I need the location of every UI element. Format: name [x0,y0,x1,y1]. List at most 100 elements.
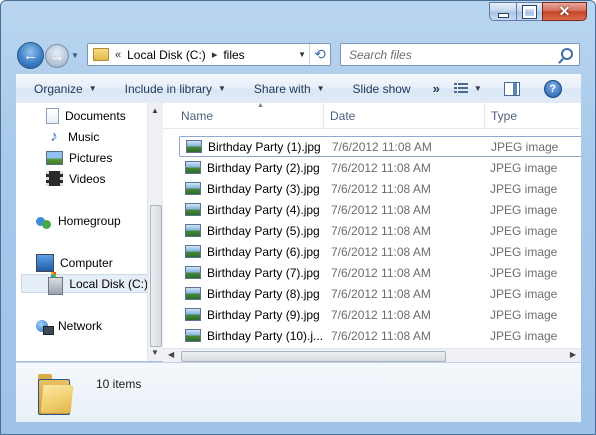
help-icon[interactable]: ? [543,79,562,98]
preview-pane-icon[interactable] [503,81,520,96]
nav-item-label: Documents [65,108,126,123]
file-row[interactable]: Birthday Party (4).jpg 7/6/2012 11:08 AM J… [179,199,581,220]
scrollbar-thumb[interactable] [150,205,162,347]
file-name: Birthday Party (7).jpg [207,265,320,280]
scroll-right-icon[interactable]: ▶ [570,350,576,359]
breadcrumb-overflow[interactable]: « [115,49,121,61]
file-row[interactable]: Birthday Party (2).jpg 7/6/2012 11:08 AM J… [179,157,581,178]
nav-item-videos[interactable]: Videos [46,169,105,188]
file-name: Birthday Party (1).jpg [208,139,321,154]
nav-item-network[interactable]: Network [36,316,102,335]
breadcrumb-local-disk[interactable]: Local Disk (C:) [127,48,206,62]
nav-item-music[interactable]: ♪ Music [46,127,99,146]
address-bar[interactable]: « Local Disk (C:) ▸ files ▼ ⟲ [87,43,331,66]
include-in-library-label: Include in library [124,81,212,96]
details-pane: 10 items [16,362,581,422]
music-icon: ♪ [50,127,58,145]
file-row[interactable]: Birthday Party (10).j... 7/6/2012 11:08 A… [179,325,581,346]
jpeg-image-icon [185,203,201,216]
file-row[interactable]: Birthday Party (3).jpg 7/6/2012 11:08 AM J… [179,178,581,199]
file-row[interactable]: Birthday Party (9).jpg 7/6/2012 11:08 AM J… [179,304,581,325]
view-dropdown-icon[interactable]: ▼ [468,74,482,103]
maximize-icon [523,5,536,18]
close-button[interactable]: ✕ [542,2,587,21]
search-input[interactable] [347,47,551,63]
search-box[interactable] [340,43,580,66]
nav-item-computer[interactable]: Computer [36,253,113,272]
file-type: JPEG image [490,223,558,238]
address-dropdown-icon[interactable]: ▼ [298,50,306,59]
jpeg-image-icon [186,140,202,153]
file-row[interactable]: Birthday Party (1).jpg 7/6/2012 11:08 AM J… [179,136,581,157]
network-icon [36,318,54,335]
column-headers: ▲ Name Date Type [163,103,581,129]
column-header-type[interactable]: Type [485,103,581,128]
breadcrumb-files[interactable]: files [223,48,244,62]
scroll-left-icon[interactable]: ◀ [168,350,174,359]
column-header-label: Date [330,108,356,123]
arrow-left-icon: ← [23,47,38,64]
scroll-down-icon[interactable]: ▼ [151,348,159,357]
share-with-button[interactable]: Share with ▼ [236,74,335,103]
nav-item-label: Videos [69,171,106,186]
file-row[interactable]: Birthday Party (8).jpg 7/6/2012 11:08 AM J… [179,283,581,304]
refresh-icon: ⟲ [314,46,326,62]
file-date: 7/6/2012 11:08 AM [332,139,432,154]
breadcrumb-separator[interactable]: ▸ [212,48,218,61]
forward-button[interactable]: → [45,44,69,68]
chevron-down-icon: ▼ [88,84,97,93]
jpeg-image-icon [185,245,201,258]
column-header-label: Name [181,108,214,123]
file-date: 7/6/2012 11:08 AM [331,328,431,343]
more-commands-button[interactable]: » [421,74,446,103]
search-icon[interactable] [561,48,573,60]
nav-item-pictures[interactable]: Pictures [46,148,112,167]
file-list: ▲ Name Date Type Birthday Party (1).jpg 7/… [163,103,581,361]
recent-pages-dropdown[interactable]: ▼ [71,51,79,60]
nav-item-homegroup[interactable]: Homegroup [36,211,121,230]
scrollbar-thumb[interactable] [181,351,446,362]
file-name: Birthday Party (10).j... [207,328,324,343]
slide-show-button[interactable]: Slide show [335,74,421,103]
nav-item-label: Music [68,129,100,144]
file-row[interactable]: Birthday Party (5).jpg 7/6/2012 11:08 AM J… [179,220,581,241]
jpeg-image-icon [185,161,201,174]
file-type: JPEG image [490,286,558,301]
refresh-button[interactable]: ⟲ [309,44,330,65]
file-type: JPEG image [490,244,558,259]
organize-label: Organize [34,81,83,96]
file-name: Birthday Party (8).jpg [207,286,320,301]
file-list-horizontal-scrollbar[interactable]: ◀ ▶ [163,348,581,363]
file-name: Birthday Party (4).jpg [207,202,320,217]
change-view-icon[interactable] [453,83,468,94]
file-name: Birthday Party (5).jpg [207,223,320,238]
minimize-button[interactable] [489,2,516,21]
file-row[interactable]: Birthday Party (6).jpg 7/6/2012 11:08 AM J… [179,241,581,262]
file-row[interactable]: Birthday Party (7).jpg 7/6/2012 11:08 AM J… [179,262,581,283]
include-in-library-button[interactable]: Include in library ▼ [107,74,236,103]
file-type: JPEG image [490,160,558,175]
column-header-date[interactable]: Date [324,103,485,128]
file-name: Birthday Party (2).jpg [207,160,320,175]
nav-pane-scrollbar[interactable]: ▲ ▼ [147,103,163,361]
file-date: 7/6/2012 11:08 AM [331,202,431,217]
nav-item-label: Pictures [69,150,113,165]
maximize-button[interactable] [516,2,542,21]
jpeg-image-icon [185,287,201,300]
nav-item-label: Homegroup [58,213,121,228]
nav-item-documents[interactable]: Documents [46,106,126,125]
jpeg-image-icon [185,182,201,195]
back-button[interactable]: ← [17,42,44,69]
file-name: Birthday Party (6).jpg [207,244,320,259]
file-date: 7/6/2012 11:08 AM [331,265,431,280]
file-date: 7/6/2012 11:08 AM [331,244,431,259]
nav-item-local-disk[interactable]: Local Disk (C:) [21,272,149,295]
computer-icon [36,253,54,272]
file-date: 7/6/2012 11:08 AM [331,223,431,238]
scroll-up-icon[interactable]: ▲ [151,106,159,115]
file-date: 7/6/2012 11:08 AM [331,181,431,196]
column-header-name[interactable]: ▲ Name [175,103,324,128]
file-name: Birthday Party (3).jpg [207,181,320,196]
sort-ascending-icon: ▲ [257,103,264,109]
organize-button[interactable]: Organize ▼ [16,74,107,103]
